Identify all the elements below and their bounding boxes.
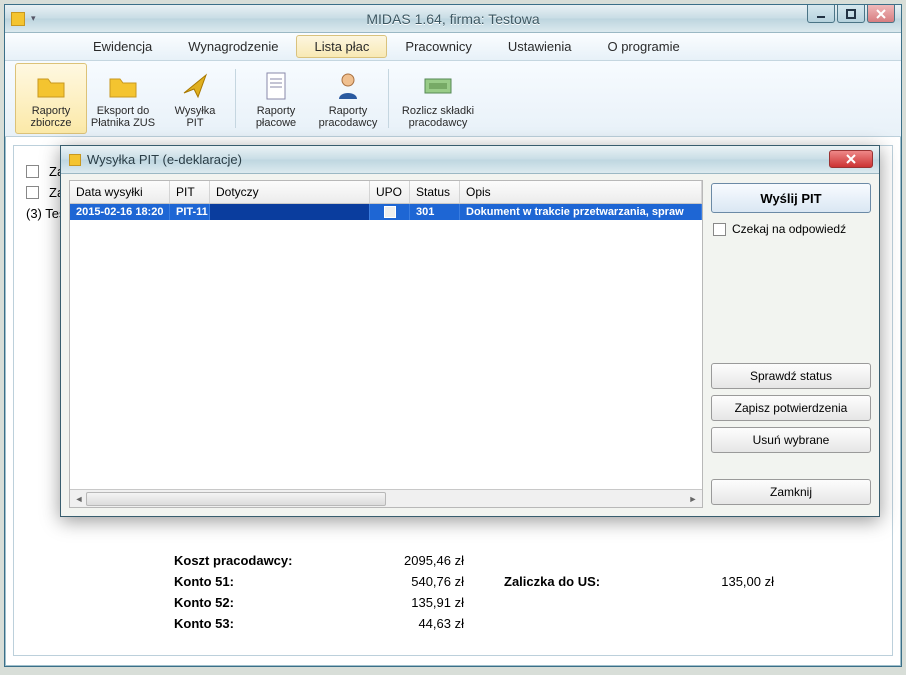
label-koszt-pracodawcy: Koszt pracodawcy: [174, 553, 344, 568]
horizontal-scrollbar[interactable]: ◄ ► [70, 489, 702, 507]
folder-icon [34, 69, 68, 103]
cell-data-wysylki: 2015-02-16 18:20 [70, 204, 170, 220]
czekaj-checkbox[interactable] [713, 223, 726, 236]
summary-panel: Koszt pracodawcy: 2095,46 zł Konto 51: 5… [174, 547, 774, 637]
dialog-title: Wysyłka PIT (e-deklaracje) [87, 152, 242, 167]
col-upo[interactable]: UPO [370, 181, 410, 203]
menu-pracownicy[interactable]: Pracownicy [387, 35, 489, 58]
minimize-button[interactable] [807, 5, 835, 23]
label-konto51: Konto 51: [174, 574, 344, 589]
pit-grid[interactable]: Data wysyłki PIT Dotyczy UPO Status Opis… [69, 180, 703, 508]
col-data-wysylki[interactable]: Data wysyłki [70, 181, 170, 203]
dialog-close-button[interactable] [829, 150, 873, 168]
col-status[interactable]: Status [410, 181, 460, 203]
close-icon [845, 154, 857, 164]
cell-opis: Dokument w trakcie przetwarzania, spraw [460, 204, 702, 220]
folder-export-icon [106, 69, 140, 103]
ribbon-raporty-pracodawcy[interactable]: Raportypracodawcy [312, 63, 384, 134]
cell-upo [370, 204, 410, 220]
label-konto53: Konto 53: [174, 616, 344, 631]
menu-lista-plac[interactable]: Lista płac [296, 35, 387, 58]
value-koszt-pracodawcy: 2095,46 zł [344, 553, 464, 568]
grid-header: Data wysyłki PIT Dotyczy UPO Status Opis [70, 181, 702, 204]
cell-pit: PIT-11 [170, 204, 210, 220]
menu-ustawienia[interactable]: Ustawienia [490, 35, 590, 58]
document-icon [259, 69, 293, 103]
sprawdz-status-button[interactable]: Sprawdź status [711, 363, 871, 389]
main-titlebar: ▾ MIDAS 1.64, firma: Testowa [5, 5, 901, 33]
close-button[interactable] [867, 5, 895, 23]
zapisz-potwierdzenia-button[interactable]: Zapisz potwierdzenia [711, 395, 871, 421]
menu-bar: Ewidencja Wynagrodzenie Lista płac Praco… [5, 33, 901, 61]
money-icon [421, 69, 455, 103]
person-icon [331, 69, 365, 103]
dialog-side-panel: Wyślij PIT Czekaj na odpowiedź Sprawdź s… [711, 180, 871, 508]
cell-status: 301 [410, 204, 460, 220]
cell-dotyczy [210, 204, 370, 220]
scroll-right-icon[interactable]: ► [686, 492, 700, 506]
col-opis[interactable]: Opis [460, 181, 702, 203]
ribbon-eksport-platnik[interactable]: Eksport doPłatnika ZUS [87, 63, 159, 134]
table-row[interactable]: 2015-02-16 18:20 PIT-11 301 Dokument w t… [70, 204, 702, 220]
upo-checkbox-icon [384, 206, 396, 218]
send-icon [178, 69, 212, 103]
menu-o-programie[interactable]: O programie [589, 35, 697, 58]
maximize-button[interactable] [837, 5, 865, 23]
ribbon: Raportyzbiorcze Eksport doPłatnika ZUS W… [5, 61, 901, 137]
checkbox[interactable] [26, 186, 39, 199]
menu-wynagrodzenie[interactable]: Wynagrodzenie [170, 35, 296, 58]
value-konto51: 540,76 zł [344, 574, 464, 589]
value-konto52: 135,91 zł [344, 595, 464, 610]
czekaj-label: Czekaj na odpowiedź [732, 222, 846, 236]
scroll-left-icon[interactable]: ◄ [72, 492, 86, 506]
checkbox[interactable] [26, 165, 39, 178]
ribbon-raporty-placowe[interactable]: Raportypłacowe [240, 63, 312, 134]
dialog-titlebar: Wysyłka PIT (e-deklaracje) [61, 146, 879, 174]
label-zaliczka: Zaliczka do US: [504, 574, 654, 589]
dialog-icon [69, 154, 81, 166]
ribbon-raporty-zbiorcze[interactable]: Raportyzbiorcze [15, 63, 87, 134]
main-title: MIDAS 1.64, firma: Testowa [5, 11, 901, 27]
col-pit[interactable]: PIT [170, 181, 210, 203]
label-konto52: Konto 52: [174, 595, 344, 610]
ribbon-wysylka-pit[interactable]: WysyłkaPIT [159, 63, 231, 134]
col-dotyczy[interactable]: Dotyczy [210, 181, 370, 203]
value-konto53: 44,63 zł [344, 616, 464, 631]
scroll-thumb[interactable] [86, 492, 386, 506]
menu-ewidencja[interactable]: Ewidencja [75, 35, 170, 58]
value-zaliczka: 135,00 zł [654, 574, 774, 589]
wyslij-pit-button[interactable]: Wyślij PIT [711, 183, 871, 213]
dialog-wysylka-pit: Wysyłka PIT (e-deklaracje) Data wysyłki … [60, 145, 880, 517]
ribbon-rozlicz-skladki[interactable]: Rozlicz składkipracodawcy [393, 63, 483, 134]
zamknij-button[interactable]: Zamknij [711, 479, 871, 505]
usun-wybrane-button[interactable]: Usuń wybrane [711, 427, 871, 453]
